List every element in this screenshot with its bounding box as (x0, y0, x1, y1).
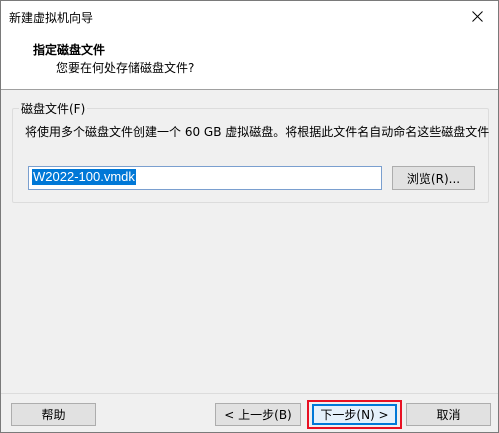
help-button[interactable]: 帮助 (11, 403, 96, 426)
wizard-window: 新建虚拟机向导 指定磁盘文件 您要在何处存储磁盘文件? 磁盘文件(F) 将使用多… (0, 0, 499, 433)
page-title: 指定磁盘文件 (33, 43, 106, 57)
window-title: 新建虚拟机向导 (9, 11, 94, 25)
back-button[interactable]: < 上一步(B) (215, 403, 301, 426)
close-button[interactable] (462, 5, 492, 27)
next-button-highlight: 下一步(N) > (307, 400, 402, 429)
disk-file-description: 将使用多个磁盘文件创建一个 60 GB 虚拟磁盘。将根据此文件名自动命名这些磁盘… (25, 125, 490, 139)
disk-file-input-value: W2022-100.vmdk (32, 169, 136, 185)
title-bar: 新建虚拟机向导 (1, 1, 498, 32)
disk-file-input[interactable]: W2022-100.vmdk (28, 166, 382, 190)
browse-button[interactable]: 浏览(R)... (392, 166, 475, 190)
page-subtitle: 您要在何处存储磁盘文件? (56, 61, 195, 75)
next-button[interactable]: 下一步(N) > (312, 404, 397, 425)
cancel-button[interactable]: 取消 (406, 403, 491, 426)
disk-file-group-label: 磁盘文件(F) (19, 100, 88, 117)
disk-file-group: 磁盘文件(F) 将使用多个磁盘文件创建一个 60 GB 虚拟磁盘。将根据此文件名… (12, 100, 490, 203)
wizard-header: 指定磁盘文件 您要在何处存储磁盘文件? (1, 32, 498, 90)
close-icon (471, 10, 483, 22)
footer-divider (1, 393, 498, 394)
